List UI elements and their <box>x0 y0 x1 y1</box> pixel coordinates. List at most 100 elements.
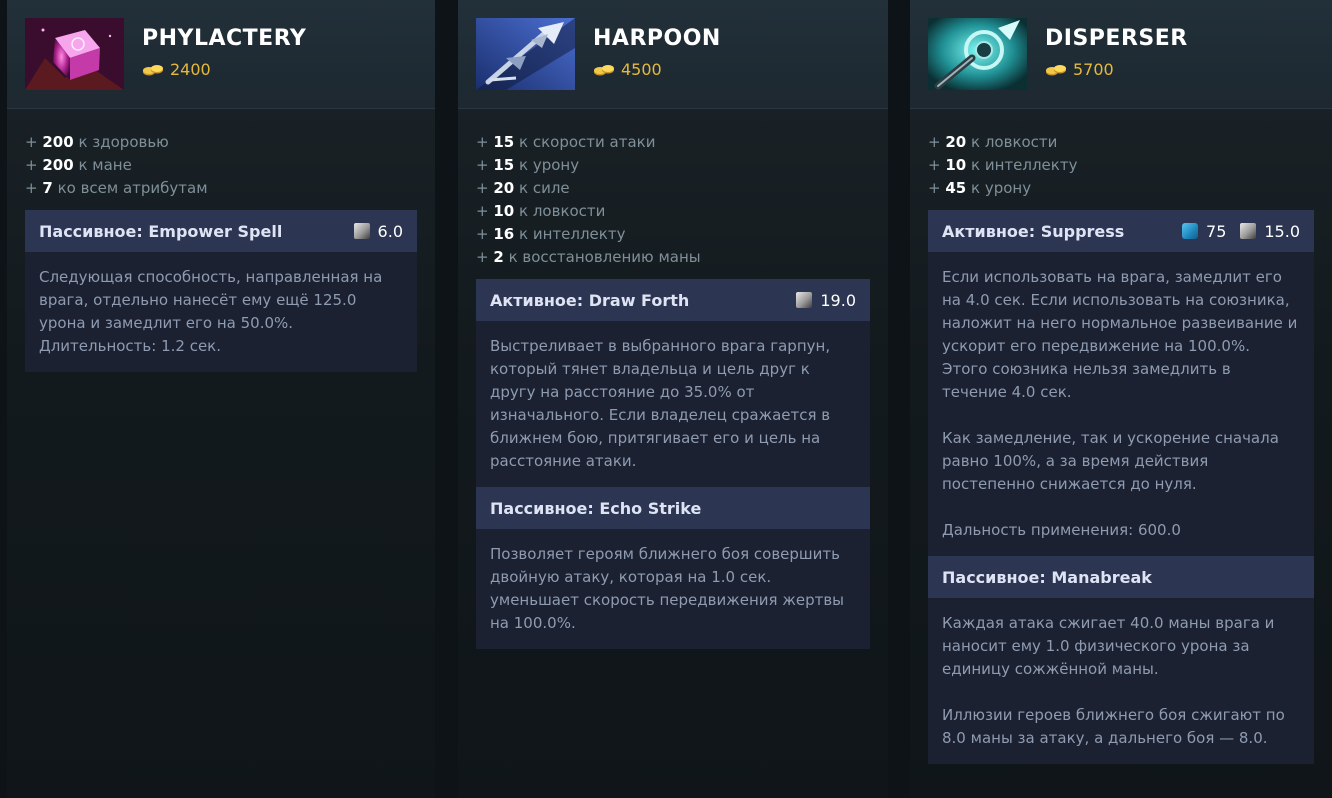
stat-value: 15 <box>493 133 515 151</box>
stat-plus: + <box>476 179 489 197</box>
stat-text: к урону <box>519 156 580 174</box>
ability-draw-forth: Активное: Draw Forth 19.0 Выстреливает в… <box>476 279 870 487</box>
item-header: DISPERSER 5700 <box>910 0 1332 109</box>
gold-coin-icon <box>143 64 163 75</box>
stat-line: + 2 к восстановлению маны <box>476 246 888 269</box>
ability-title: Активное: Suppress <box>942 221 1125 241</box>
cooldown-value: 6.0 <box>377 221 403 241</box>
item-name: HARPOON <box>593 26 721 51</box>
stat-value: 7 <box>42 179 53 197</box>
stat-text: к силе <box>519 179 570 197</box>
stat-line: + 20 к ловкости <box>928 131 1332 154</box>
cooldown-value: 19.0 <box>820 290 856 310</box>
ability-empower-spell: Пассивное: Empower Spell 6.0 Следующая с… <box>25 210 417 372</box>
ability-description: Если использовать на врага, замедлит его… <box>928 252 1314 556</box>
stat-line: + 45 к урону <box>928 177 1332 200</box>
phylactery-item-icon <box>25 18 124 90</box>
mana-icon <box>1182 223 1199 239</box>
ability-description: Каждая атака сжигает 40.0 маны врага и н… <box>928 598 1314 764</box>
stat-value: 10 <box>493 202 515 220</box>
item-card-phylactery: PHYLACTERY 2400 + 200 к здоровью + 200 к… <box>7 0 435 798</box>
ability-title: Пассивное: Echo Strike <box>490 498 702 518</box>
cooldown-chip: 6.0 <box>353 221 403 241</box>
stat-text: к ловкости <box>519 202 606 220</box>
ability-header: Активное: Suppress 75 15.0 <box>928 210 1314 252</box>
stat-plus: + <box>25 156 38 174</box>
ability-title: Пассивное: Empower Spell <box>39 221 283 241</box>
cooldown-icon <box>353 223 370 239</box>
item-stats: + 20 к ловкости + 10 к интеллекту + 45 к… <box>910 109 1332 200</box>
ability-echo-strike: Пассивное: Echo Strike Позволяет героям … <box>476 487 870 649</box>
stat-text: к ловкости <box>971 133 1058 151</box>
ability-title: Пассивное: Manabreak <box>942 567 1152 587</box>
item-cost-value: 4500 <box>621 60 662 79</box>
stat-line: + 16 к интеллекту <box>476 223 888 246</box>
ability-costs: 6.0 <box>353 210 403 252</box>
stat-plus: + <box>476 156 489 174</box>
ability-header: Активное: Draw Forth 19.0 <box>476 279 870 321</box>
stat-value: 200 <box>42 133 74 151</box>
harpoon-item-icon <box>476 18 575 90</box>
item-card-harpoon: HARPOON 4500 + 15 к скорости атаки + 15 … <box>458 0 888 798</box>
stat-plus: + <box>928 133 941 151</box>
ability-header: Пассивное: Empower Spell 6.0 <box>25 210 417 252</box>
stat-plus: + <box>476 133 489 151</box>
stat-line: + 200 к мане <box>25 154 435 177</box>
item-cost: 2400 <box>142 60 211 79</box>
cooldown-value: 15.0 <box>1264 221 1300 241</box>
ability-header: Пассивное: Echo Strike <box>476 487 870 529</box>
ability-paragraph: Как замедление, так и ускорение сначала … <box>942 429 1279 493</box>
stat-text: к интеллекту <box>971 156 1078 174</box>
disperser-item-icon <box>928 18 1027 90</box>
ability-description: Выстреливает в выбранного врага гарпун, … <box>476 321 870 487</box>
ability-header: Пассивное: Manabreak <box>928 556 1314 598</box>
ability-manabreak: Пассивное: Manabreak Каждая атака сжигае… <box>928 556 1314 764</box>
item-stats: + 15 к скорости атаки + 15 к урону + 20 … <box>458 109 888 269</box>
stat-plus: + <box>476 202 489 220</box>
gold-coin-icon <box>1046 64 1066 75</box>
stat-value: 16 <box>493 225 515 243</box>
mana-cost-value: 75 <box>1206 221 1227 241</box>
stat-text: ко всем атрибутам <box>57 179 208 197</box>
item-cost: 5700 <box>1045 60 1114 79</box>
stat-line: + 10 к интеллекту <box>928 154 1332 177</box>
item-header: PHYLACTERY 2400 <box>7 0 435 109</box>
cooldown-chip: 19.0 <box>796 291 856 310</box>
stat-value: 200 <box>42 156 74 174</box>
ability-title: Активное: Draw Forth <box>490 290 690 310</box>
stat-value: 20 <box>493 179 515 197</box>
stat-text: к восстановлению маны <box>508 248 701 266</box>
ability-paragraph: Следующая способность, направленная на в… <box>39 268 383 355</box>
stat-line: + 7 ко всем атрибутам <box>25 177 435 200</box>
stat-plus: + <box>476 225 489 243</box>
ability-description: Следующая способность, направленная на в… <box>25 252 417 372</box>
stat-text: к интеллекту <box>519 225 626 243</box>
stat-text: к скорости атаки <box>519 133 656 151</box>
stat-line: + 20 к силе <box>476 177 888 200</box>
item-cost: 4500 <box>593 60 662 79</box>
cooldown-icon <box>1240 223 1257 239</box>
gold-coin-icon <box>594 64 614 75</box>
ability-paragraph: Позволяет героям ближнего боя совершить … <box>490 545 845 632</box>
ability-description: Позволяет героям ближнего боя совершить … <box>476 529 870 649</box>
cooldown-chip: 15.0 <box>1240 222 1300 241</box>
ability-paragraph: Если использовать на врага, замедлит его… <box>942 268 1298 401</box>
item-name: DISPERSER <box>1045 26 1188 51</box>
stat-value: 2 <box>493 248 504 266</box>
stat-value: 15 <box>493 156 515 174</box>
stat-plus: + <box>928 156 941 174</box>
stat-text: к урону <box>971 179 1032 197</box>
item-card-disperser: DISPERSER 5700 + 20 к ловкости + 10 к ин… <box>910 0 1332 798</box>
stat-value: 20 <box>945 133 967 151</box>
ability-costs: 19.0 <box>796 279 856 321</box>
stat-plus: + <box>476 248 489 266</box>
ability-paragraph: Каждая атака сжигает 40.0 маны врага и н… <box>942 614 1275 678</box>
stat-text: к здоровью <box>78 133 169 151</box>
stat-value: 10 <box>945 156 967 174</box>
stat-line: + 15 к урону <box>476 154 888 177</box>
stat-line: + 15 к скорости атаки <box>476 131 888 154</box>
item-header: HARPOON 4500 <box>458 0 888 109</box>
item-cost-value: 2400 <box>170 60 211 79</box>
stat-plus: + <box>25 133 38 151</box>
stat-line: + 10 к ловкости <box>476 200 888 223</box>
